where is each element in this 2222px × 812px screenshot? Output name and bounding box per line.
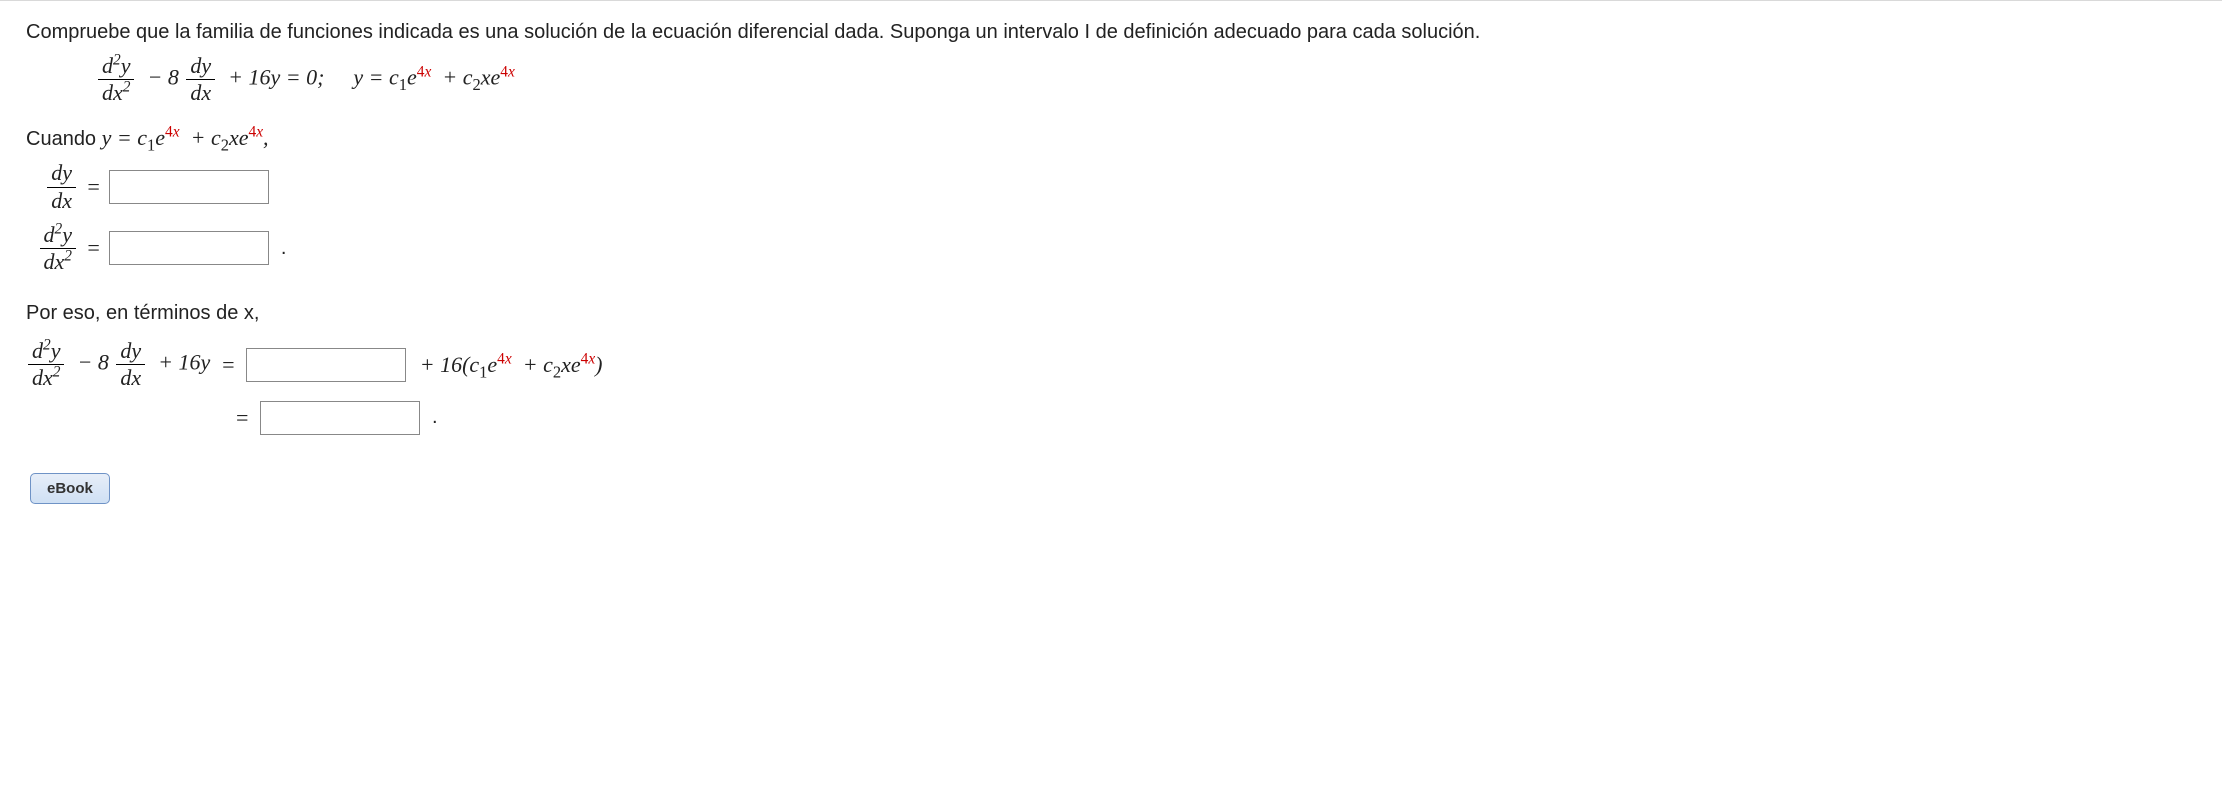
substitution-row-1: d2y dx2 − 8 dy dx + 16y = + 16(c1e4x + c… [26, 339, 2196, 390]
d2y-dx2-row: d2y dx2 = . [26, 223, 2196, 274]
d2y-dx2-input[interactable] [109, 231, 269, 265]
dy-dx-input[interactable] [109, 170, 269, 204]
ebook-button[interactable]: eBook [30, 473, 110, 504]
equation-block: d2y dx2 − 8 dy dx + 16y = 0; y = c1e4x +… [96, 54, 2196, 105]
cuando-label: Cuando [26, 128, 102, 150]
substitution-input-2[interactable] [260, 401, 420, 435]
problem-statement: Compruebe que la familia de funciones in… [26, 21, 2196, 44]
dy-dx-row: dy dx = [26, 161, 2196, 212]
por-eso-label: Por eso, en términos de x, [26, 302, 2196, 325]
substitution-row-2: = . [26, 401, 2196, 435]
substitution-tail: + 16(c1e4x + c2xe4x) [414, 352, 602, 378]
period-2: . [432, 406, 438, 429]
problem-text: Compruebe que la familia de funciones in… [26, 21, 1480, 43]
substitution-input-1[interactable] [246, 348, 406, 382]
when-line: Cuando y = c1e4x + c2xe4x, [26, 125, 2196, 151]
period: . [281, 237, 287, 260]
